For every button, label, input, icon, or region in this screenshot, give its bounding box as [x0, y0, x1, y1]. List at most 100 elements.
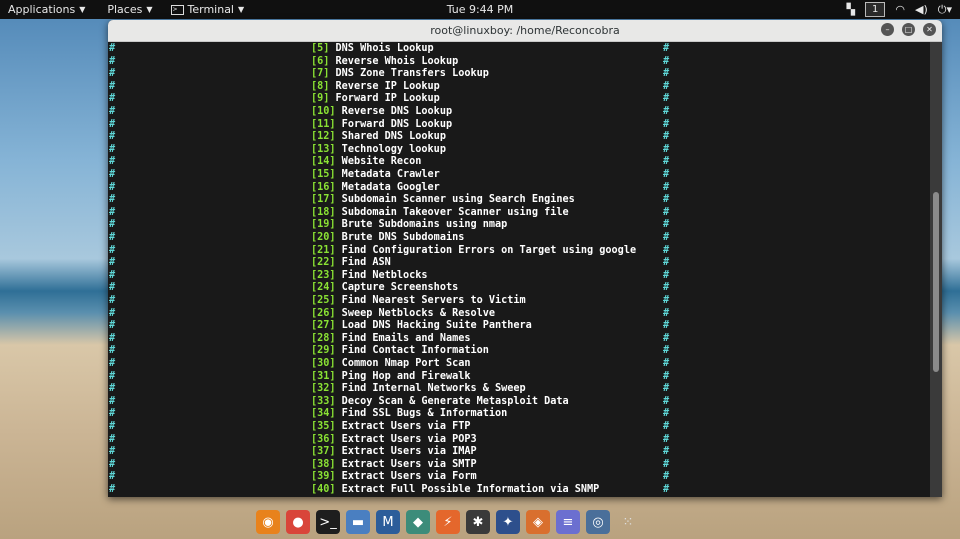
- border-hash-right: #: [663, 93, 670, 105]
- menu-option-number: [38] Extract Users via SMTP: [311, 458, 477, 470]
- terminal-app-menu[interactable]: > Terminal ▼: [161, 0, 253, 19]
- menu-option-label: Extract Users via FTP: [335, 421, 471, 432]
- menu-option-label: Find Configuration Errors on Target usin…: [335, 244, 637, 256]
- border-hash-left: #: [109, 257, 116, 269]
- maximize-icon[interactable]: □: [902, 23, 915, 36]
- menu-option-number: [37] Extract Users via IMAP: [311, 446, 477, 458]
- menu-option-number: [33] Decoy Scan & Generate Metasploit Da…: [311, 395, 569, 407]
- border-hash-right: #: [663, 232, 670, 243]
- menu-option-number: [40] Extract Full Possible Information v…: [311, 484, 600, 495]
- firefox-icon[interactable]: ◉: [256, 510, 280, 534]
- menu-option-label: Subdomain Scanner using Search Engines: [335, 194, 575, 206]
- terminal-window: root@linuxboy: /home/Reconcobra – □ ✕ # […: [108, 20, 942, 497]
- terminal-icon[interactable]: >_: [316, 510, 340, 534]
- border-hash-right: #: [663, 194, 670, 206]
- terminal-line: # [39] Extract Users via Form #: [108, 471, 930, 484]
- border-hash-left: #: [109, 93, 116, 105]
- screenshot-icon[interactable]: ◎: [586, 510, 610, 534]
- menu-option-number: [17] Subdomain Scanner using Search Engi…: [311, 194, 575, 206]
- menu-option-number: [34] Find SSL Bugs & Information: [311, 408, 508, 420]
- border-hash-right: #: [663, 181, 670, 193]
- applications-menu[interactable]: Applications ▼: [0, 0, 93, 19]
- terminal-output[interactable]: # [5] DNS Whois Lookup # # [6] Reverse Whois…: [108, 42, 930, 497]
- menu-option-number: [9] Forward IP Lookup: [311, 93, 440, 105]
- menu-option-label: Capture Screenshots: [335, 282, 459, 294]
- menu-option-label: Extract Users via POP3: [335, 433, 477, 445]
- places-menu[interactable]: Places ▼: [93, 0, 160, 19]
- menu-option-label: Extract Users via SMTP: [335, 458, 477, 470]
- terminal-line: # [14] Website Recon #: [108, 156, 930, 169]
- menu-option-label: Extract Users via IMAP: [335, 446, 477, 458]
- border-hash-left: #: [109, 408, 116, 420]
- files-icon[interactable]: ▬: [346, 510, 370, 534]
- app-grid-icon[interactable]: ⁙: [616, 510, 640, 534]
- clock[interactable]: Tue 9:44 PM: [447, 3, 514, 16]
- workspace-indicator[interactable]: 1: [865, 2, 886, 17]
- border-hash-left: #: [109, 484, 116, 495]
- metasploit-icon[interactable]: M: [376, 510, 400, 534]
- menu-option-label: DNS Whois Lookup: [329, 43, 434, 54]
- menu-option-number: [36] Extract Users via POP3: [311, 433, 477, 445]
- terminal-line: # [5] DNS Whois Lookup #: [108, 43, 930, 56]
- border-hash-left: #: [109, 43, 116, 54]
- border-hash-right: #: [663, 282, 670, 294]
- power-icon[interactable]: ⏻▾: [938, 3, 952, 17]
- border-hash-right: #: [663, 156, 670, 168]
- burpsuite-icon[interactable]: ⚡: [436, 510, 460, 534]
- border-hash-left: #: [109, 169, 116, 180]
- minimize-icon[interactable]: –: [881, 23, 894, 36]
- border-hash-right: #: [663, 80, 670, 92]
- volume-icon[interactable]: ◀): [915, 3, 928, 16]
- border-hash-right: #: [663, 169, 670, 180]
- terminal-scrollbar[interactable]: [930, 42, 942, 497]
- system-tray: ▚ 1 ◠ ◀) ⏻▾: [847, 0, 952, 19]
- border-hash-right: #: [663, 143, 670, 155]
- notes-icon[interactable]: ≡: [556, 510, 580, 534]
- border-hash-right: #: [663, 421, 670, 432]
- scrollbar-thumb[interactable]: [933, 192, 939, 372]
- network-tray-icon[interactable]: ▚: [847, 3, 855, 16]
- border-hash-left: #: [109, 307, 116, 319]
- border-hash-right: #: [663, 395, 670, 407]
- menu-option-number: [28] Find Emails and Names: [311, 332, 471, 344]
- menu-option-label: Website Recon: [335, 156, 422, 168]
- wifi-icon[interactable]: ◠: [895, 3, 905, 16]
- border-hash-left: #: [109, 118, 116, 130]
- terminal-line: # [29] Find Contact Information #: [108, 345, 930, 358]
- menu-option-label: DNS Zone Transfers Lookup: [329, 68, 489, 80]
- border-hash-right: #: [663, 131, 670, 143]
- armitage-icon[interactable]: ◆: [406, 510, 430, 534]
- menu-option-label: Find ASN: [335, 257, 391, 269]
- maltego-icon[interactable]: ✱: [466, 510, 490, 534]
- menu-option-label: Ping Hop and Firewalk: [335, 370, 471, 382]
- border-hash-right: #: [663, 358, 670, 369]
- border-hash-left: #: [109, 68, 116, 80]
- terminal-line: # [8] Reverse IP Lookup #: [108, 81, 930, 94]
- border-hash-left: #: [109, 143, 116, 155]
- terminal-line: # [26] Sweep Netblocks & Resolve #: [108, 308, 930, 321]
- terminal-line: # [23] Find Netblocks #: [108, 270, 930, 283]
- menu-option-label: Common Nmap Port Scan: [335, 358, 471, 369]
- menu-option-label: Forward DNS Lookup: [335, 118, 453, 130]
- terminal-line: # [19] Brute Subdomains using nmap #: [108, 219, 930, 232]
- chrome-icon[interactable]: ●: [286, 510, 310, 534]
- menu-option-number: [25] Find Nearest Servers to Victim: [311, 295, 526, 306]
- terminal-line: # [30] Common Nmap Port Scan #: [108, 358, 930, 371]
- menu-option-number: [16] Metadata Googler: [311, 181, 440, 193]
- border-hash-right: #: [663, 257, 670, 269]
- border-hash-left: #: [109, 320, 116, 332]
- close-icon[interactable]: ✕: [923, 23, 936, 36]
- menu-option-number: [18] Subdomain Takeover Scanner using fi…: [311, 206, 569, 218]
- faraday-icon[interactable]: ◈: [526, 510, 550, 534]
- terminal-line: # [27] Load DNS Hacking Suite Panthera #: [108, 320, 930, 333]
- terminal-line: # [35] Extract Users via FTP #: [108, 421, 930, 434]
- border-hash-left: #: [109, 269, 116, 281]
- menu-option-number: [7] DNS Zone Transfers Lookup: [311, 68, 489, 80]
- terminal-line: # [7] DNS Zone Transfers Lookup #: [108, 68, 930, 81]
- menu-option-label: Technology lookup: [335, 143, 446, 155]
- border-hash-left: #: [109, 80, 116, 92]
- border-hash-right: #: [663, 307, 670, 319]
- beef-icon[interactable]: ✦: [496, 510, 520, 534]
- window-titlebar[interactable]: root@linuxboy: /home/Reconcobra – □ ✕: [108, 20, 942, 42]
- border-hash-left: #: [109, 156, 116, 168]
